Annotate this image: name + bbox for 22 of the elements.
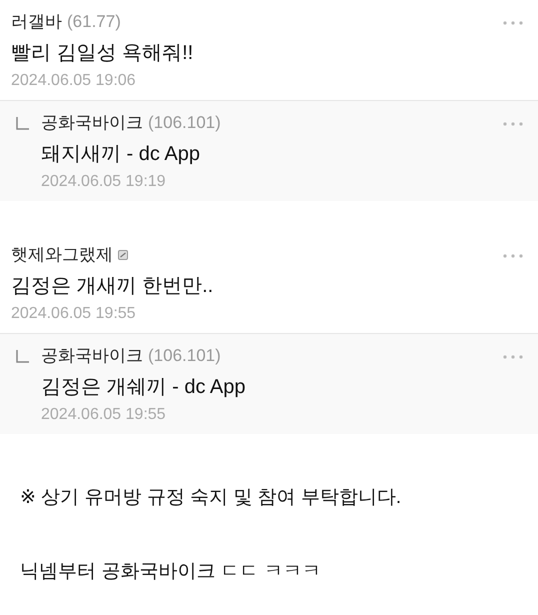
nickname[interactable]: 러갤바 [11, 10, 62, 33]
comment-date: 2024.06.05 19:55 [11, 305, 137, 323]
comment-text: 빨리 김일성 욕해줘!! [11, 41, 194, 66]
nickname[interactable]: 햇제와그랬제 [11, 243, 113, 266]
nickname[interactable]: 공화국바이크 [41, 111, 143, 134]
comment-text: 돼지새끼 - dc App [41, 142, 201, 167]
more-icon[interactable] [502, 354, 524, 360]
comment-text: 김정은 개쉐끼 - dc App [41, 375, 246, 400]
comment-date: 2024.06.05 19:06 [11, 72, 137, 90]
ip-address: (61.77) [67, 12, 121, 32]
comment-date: 2024.06.05 19:55 [41, 406, 167, 424]
nickname[interactable]: 공화국바이크 [41, 344, 143, 367]
comment-date: 2024.06.05 19:19 [41, 173, 167, 191]
note-text: ※ 상기 유머방 규정 숙지 및 참여 부탁합니다. [20, 486, 402, 510]
more-icon[interactable] [502, 253, 524, 259]
more-icon[interactable] [502, 121, 524, 127]
ip-address: (106.101) [148, 112, 221, 132]
comment-text: 김정은 개새끼 한번만.. [11, 274, 214, 299]
note-text: 닉넴부터 공화국바이크 ㄷㄷ ㅋㅋㅋ [20, 560, 322, 584]
ip-address: (106.101) [148, 346, 221, 366]
fixed-nick-icon [118, 250, 128, 260]
more-icon[interactable] [502, 20, 524, 26]
